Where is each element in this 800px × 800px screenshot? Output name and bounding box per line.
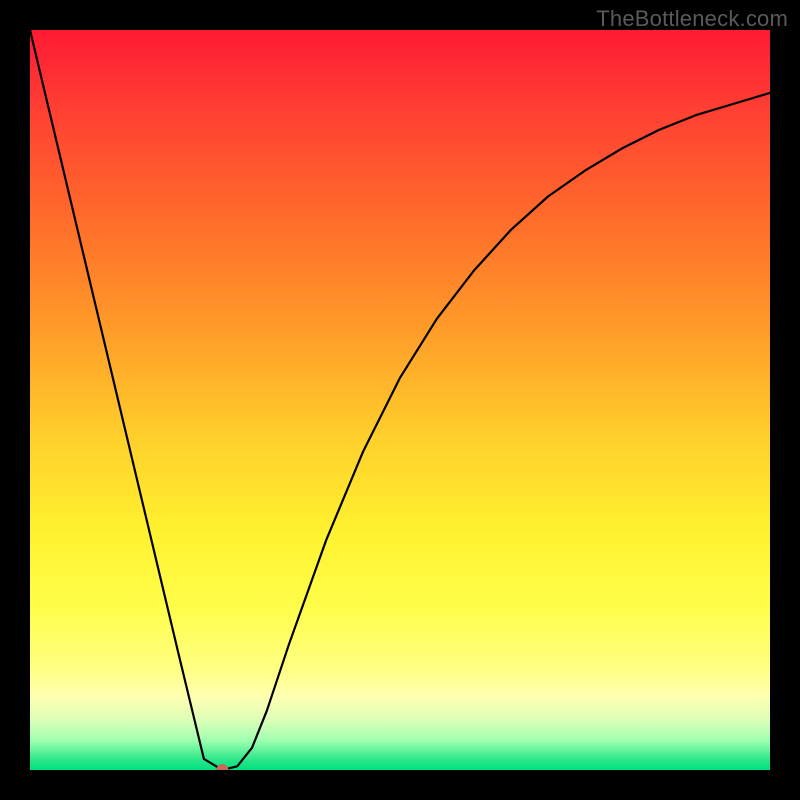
plot-area	[30, 30, 770, 770]
curve-layer	[30, 30, 770, 770]
watermark-text: TheBottleneck.com	[596, 6, 788, 32]
minimum-marker	[216, 764, 228, 770]
bottleneck-curve	[30, 30, 770, 770]
chart-frame: TheBottleneck.com	[0, 0, 800, 800]
